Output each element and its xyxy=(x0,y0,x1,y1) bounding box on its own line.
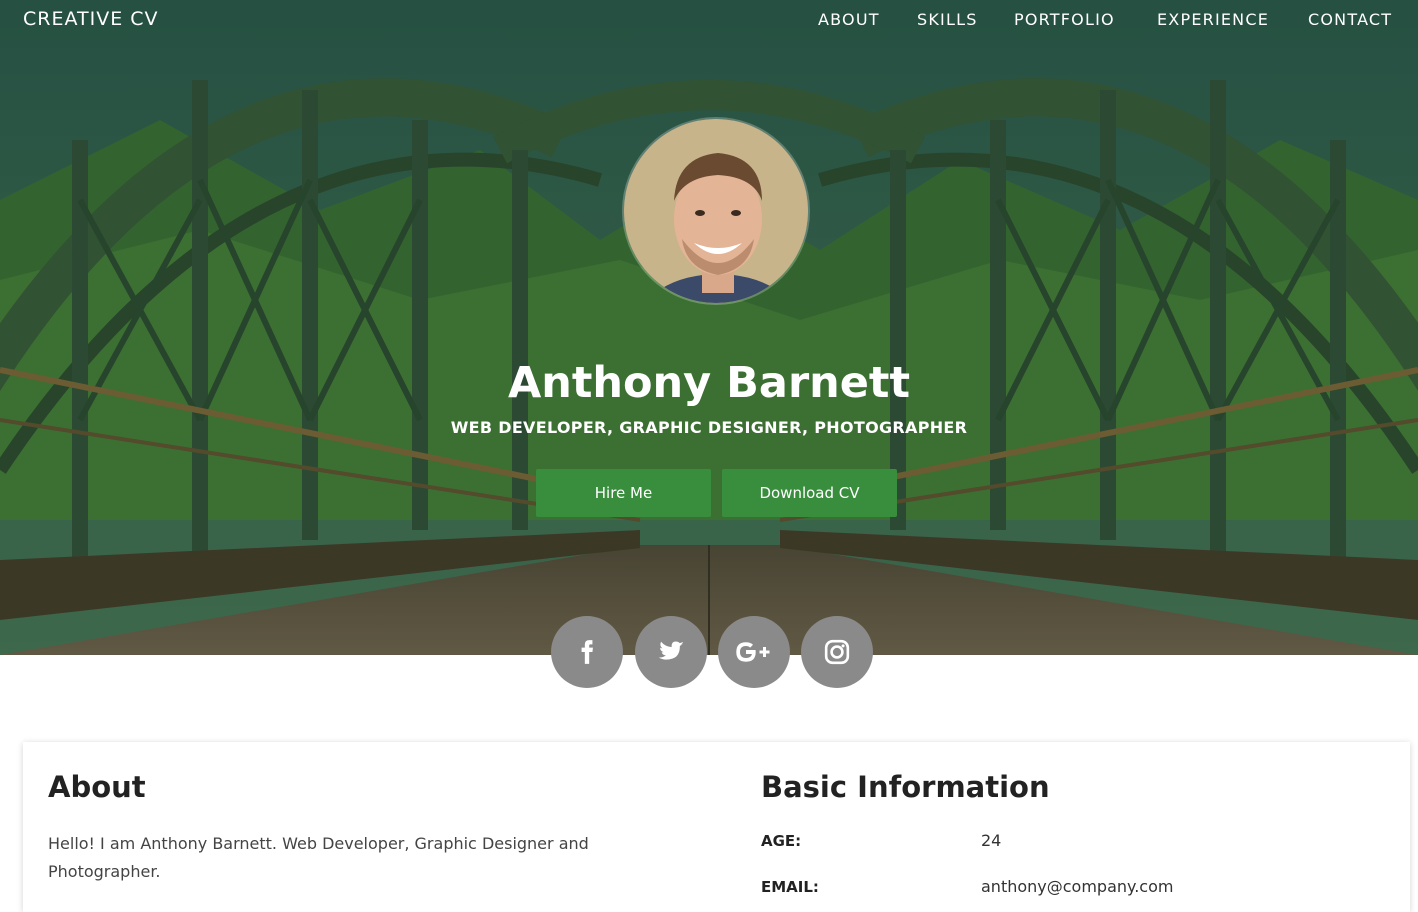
hero-overlay xyxy=(0,0,1418,655)
profile-avatar xyxy=(622,117,810,305)
google-plus-button[interactable] xyxy=(718,616,790,688)
download-cv-button[interactable]: Download CV xyxy=(722,469,897,517)
nav-item-about[interactable]: ABOUT xyxy=(818,10,880,29)
top-navbar: CREATIVE CV ABOUT SKILLS PORTFOLIO EXPER… xyxy=(0,0,1418,40)
hire-me-button[interactable]: Hire Me xyxy=(536,469,711,517)
instagram-button[interactable] xyxy=(801,616,873,688)
twitter-button[interactable] xyxy=(635,616,707,688)
brand-logo[interactable]: CREATIVE CV xyxy=(23,8,159,30)
email-value: anthony@company.com xyxy=(981,877,1174,896)
nav-item-portfolio[interactable]: PORTFOLIO xyxy=(1014,10,1115,29)
google-plus-icon xyxy=(736,642,770,662)
instagram-icon xyxy=(824,639,850,665)
hero-subtitle: WEB DEVELOPER, GRAPHIC DESIGNER, PHOTOGR… xyxy=(450,418,968,437)
facebook-icon xyxy=(581,640,593,664)
twitter-icon xyxy=(658,641,684,660)
age-label: AGE: xyxy=(761,832,802,850)
email-label: EMAIL: xyxy=(761,878,819,896)
hero-name: Anthony Barnett xyxy=(507,358,911,408)
facebook-button[interactable] xyxy=(551,616,623,688)
about-card: About Hello! I am Anthony Barnett. Web D… xyxy=(23,742,1410,912)
basic-info-title: Basic Information xyxy=(761,770,1050,804)
profile-photo xyxy=(624,119,808,303)
nav-item-contact[interactable]: CONTACT xyxy=(1308,10,1392,29)
about-text: Hello! I am Anthony Barnett. Web Develop… xyxy=(48,834,589,881)
nav-item-skills[interactable]: SKILLS xyxy=(917,10,978,29)
age-value: 24 xyxy=(981,831,1002,850)
nav-item-experience[interactable]: EXPERIENCE xyxy=(1157,10,1269,29)
about-title: About xyxy=(48,770,146,804)
hero-section: CREATIVE CV ABOUT SKILLS PORTFOLIO EXPER… xyxy=(0,0,1418,655)
